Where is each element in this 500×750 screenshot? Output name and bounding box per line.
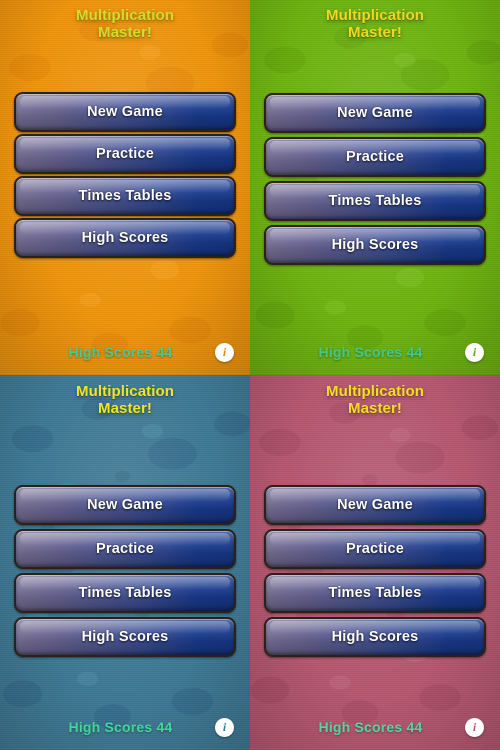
info-icon[interactable]: i — [465, 717, 484, 737]
menu-button-times-tables[interactable]: Times Tables — [264, 180, 486, 221]
menu-spacer — [0, 258, 250, 329]
menu-button-new-game[interactable]: New Game — [264, 92, 486, 133]
page-title-line2: Master! — [347, 23, 403, 41]
menu-button-label: High Scores — [331, 628, 419, 645]
page-title: Multiplication Master! — [250, 375, 500, 418]
menu-button-label: High Scores — [331, 236, 419, 253]
high-scores-status: High Scores 44 — [318, 344, 423, 360]
menu-button-label: New Game — [87, 103, 163, 120]
menu-spacer — [250, 265, 500, 329]
page-title: Multiplication Master! — [0, 0, 250, 42]
info-icon-glyph: i — [222, 344, 227, 359]
menu-button-label: High Scores — [81, 229, 169, 246]
page-title-line2: Master! — [97, 23, 153, 41]
footer-bar: High Scores 44 i — [0, 704, 250, 750]
info-icon-glyph: i — [222, 719, 227, 734]
menu-button-practice[interactable]: Practice — [14, 528, 236, 569]
high-scores-status: High Scores 44 — [68, 719, 173, 735]
info-icon[interactable]: i — [215, 717, 234, 737]
menu-button-times-tables[interactable]: Times Tables — [264, 572, 486, 613]
menu-button-label: New Game — [337, 496, 413, 513]
screenshot-grid: Multiplication Master! New Game Practice… — [0, 0, 500, 750]
main-menu: New Game Practice Times Tables High Scor… — [0, 91, 250, 258]
menu-button-label: Times Tables — [78, 584, 172, 601]
page-title-line2: Master! — [347, 399, 403, 417]
page-title-line1: Multiplication — [75, 7, 175, 24]
main-menu: New Game Practice Times Tables High Scor… — [250, 484, 500, 657]
menu-button-new-game[interactable]: New Game — [264, 484, 486, 525]
menu-button-label: Times Tables — [328, 192, 422, 209]
page-title-line2: Master! — [97, 399, 153, 417]
page-title: Multiplication Master! — [250, 0, 500, 42]
footer-bar: High Scores 44 i — [250, 704, 500, 750]
menu-button-times-tables[interactable]: Times Tables — [14, 175, 236, 216]
info-icon[interactable]: i — [215, 342, 234, 362]
menu-button-times-tables[interactable]: Times Tables — [14, 572, 236, 613]
menu-button-label: New Game — [337, 104, 413, 121]
menu-button-label: Practice — [345, 540, 405, 557]
page-title-line1: Multiplication — [75, 383, 175, 400]
high-scores-status: High Scores 44 — [318, 719, 423, 735]
footer-bar: High Scores 44 i — [0, 329, 250, 375]
menu-button-label: Practice — [95, 145, 155, 162]
menu-button-new-game[interactable]: New Game — [14, 484, 236, 525]
menu-button-high-scores[interactable]: High Scores — [264, 616, 486, 657]
menu-button-label: Times Tables — [78, 187, 172, 204]
menu-button-practice[interactable]: Practice — [264, 528, 486, 569]
blue-theme-panel: Multiplication Master! New Game Practice… — [0, 375, 250, 750]
menu-button-label: High Scores — [81, 628, 169, 645]
menu-spacer — [0, 657, 250, 704]
menu-button-high-scores[interactable]: High Scores — [264, 224, 486, 265]
page-title: Multiplication Master! — [0, 375, 250, 418]
footer-bar: High Scores 44 i — [250, 329, 500, 375]
pink-theme-panel: Multiplication Master! New Game Practice… — [250, 375, 500, 750]
menu-button-high-scores[interactable]: High Scores — [14, 217, 236, 258]
orange-theme-panel: Multiplication Master! New Game Practice… — [0, 0, 250, 375]
high-scores-status: High Scores 44 — [68, 344, 173, 360]
menu-button-new-game[interactable]: New Game — [14, 91, 236, 132]
page-title-line1: Multiplication — [325, 7, 425, 24]
main-menu: New Game Practice Times Tables High Scor… — [250, 92, 500, 265]
menu-button-practice[interactable]: Practice — [14, 133, 236, 174]
menu-button-label: Practice — [95, 540, 155, 557]
info-icon-glyph: i — [472, 719, 477, 734]
menu-button-practice[interactable]: Practice — [264, 136, 486, 177]
info-icon[interactable]: i — [465, 342, 484, 362]
menu-button-high-scores[interactable]: High Scores — [14, 616, 236, 657]
main-menu: New Game Practice Times Tables High Scor… — [0, 484, 250, 657]
page-title-line1: Multiplication — [325, 383, 425, 400]
info-icon-glyph: i — [472, 344, 477, 359]
menu-button-label: Times Tables — [328, 584, 422, 601]
menu-button-label: Practice — [345, 148, 405, 165]
menu-button-label: New Game — [87, 496, 163, 513]
green-theme-panel: Multiplication Master! New Game Practice… — [250, 0, 500, 375]
menu-spacer — [250, 657, 500, 704]
